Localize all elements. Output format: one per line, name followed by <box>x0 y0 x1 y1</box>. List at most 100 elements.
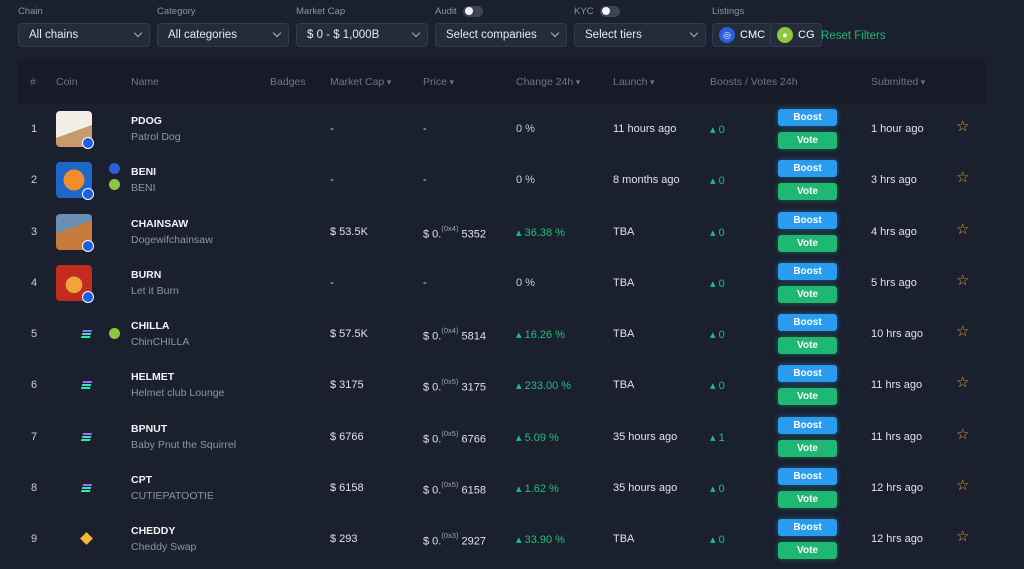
trend-up-icon: ▴ <box>710 431 719 444</box>
coin-full-name: Baby Pnut the Squirrel <box>131 438 237 451</box>
coin-name-cell[interactable]: BENI BENI <box>131 166 246 194</box>
vote-button[interactable]: Vote <box>778 388 837 406</box>
boost-button[interactable]: Boost <box>778 467 837 485</box>
col-change[interactable]: Change 24h <box>516 76 580 88</box>
change-24h: ▴ 233.00 % <box>516 379 571 392</box>
table-row[interactable]: 7 BPNUT Baby Pnut the Squirrel $ 6766 $ 0.(0… <box>18 411 986 462</box>
vote-button[interactable]: Vote <box>778 439 837 457</box>
star-icon[interactable]: ☆ <box>956 272 972 289</box>
star-icon[interactable]: ☆ <box>956 119 972 135</box>
table-row[interactable]: 8 CPT CUTIEPATOOTIE $ 6158 $ 0.(0x5) 6158 ▴ 1… <box>18 462 986 513</box>
coin-full-name: Patrol Dog <box>131 131 181 143</box>
chain-badge-icon <box>82 239 94 252</box>
boost-button[interactable]: Boost <box>778 211 837 229</box>
coin-name-cell[interactable]: CHEDDY Cheddy Swap <box>131 525 246 553</box>
coin-name-cell[interactable]: BURN Let it Burn <box>131 269 246 297</box>
bnb-chain-icon <box>80 532 93 545</box>
coin-name-cell[interactable]: CPT CUTIEPATOOTIE <box>131 474 246 502</box>
price-digits: 2927 <box>461 535 486 548</box>
row-number: 8 <box>31 481 38 494</box>
launch-time: TBA <box>613 276 635 289</box>
price-digits: 6766 <box>461 433 486 446</box>
table-row[interactable]: 1 PDOG Patrol Dog - - 0 % 11 hours ago ▴ 0 Boost… <box>18 103 986 154</box>
vote-button[interactable]: Vote <box>778 337 837 354</box>
listings-filter: Listings <box>712 4 744 18</box>
boost-button[interactable]: Boost <box>778 109 837 126</box>
col-market-cap[interactable]: Market Cap <box>330 76 391 88</box>
vote-button[interactable]: Vote <box>778 542 837 559</box>
vote-button[interactable]: Vote <box>778 490 837 508</box>
coin-full-name: Helmet club Lounge <box>131 387 225 400</box>
price-prefix: $ 0. <box>423 535 442 548</box>
table-row[interactable]: 2 BENI BENI - - 0 % 8 months ago ▴ 0 Boost Vote 3 … <box>18 154 986 205</box>
market-cap-value: - <box>330 123 334 135</box>
cmc-listing-button[interactable]: ◎ CMC <box>712 23 773 47</box>
boost-button[interactable]: Boost <box>778 314 837 331</box>
vote-button[interactable]: Vote <box>778 234 837 252</box>
audit-toggle[interactable] <box>462 5 483 17</box>
table-row[interactable]: 4 BURN Let it Burn - - 0 % TBA ▴ 0 Boost Vote 5 hr… <box>18 257 986 308</box>
col-launch[interactable]: Launch <box>613 76 654 88</box>
coin-symbol: BPNUT <box>131 422 168 435</box>
star-icon[interactable]: ☆ <box>956 221 972 238</box>
coin-full-name: CUTIEPATOOTIE <box>131 489 214 502</box>
star-icon[interactable]: ☆ <box>956 324 972 340</box>
coingecko-listed-icon <box>109 328 120 339</box>
table-row[interactable]: 3 CHAINSAW Dogewifchainsaw $ 53.5K $ 0.(0x4)… <box>18 206 986 257</box>
boost-count: ▴ 0 <box>710 277 725 290</box>
audit-select[interactable]: Select companies <box>435 23 567 47</box>
action-buttons: Boost Vote <box>778 160 838 201</box>
chain-select[interactable]: All chains <box>18 23 150 47</box>
table-row[interactable]: 5 CHILLA ChinCHILLA $ 57.5K $ 0.(0x4) 5814 ▴ … <box>18 308 986 359</box>
coin-name-cell[interactable]: PDOG Patrol Dog <box>131 115 246 143</box>
boost-button[interactable]: Boost <box>778 262 837 280</box>
star-icon[interactable]: ☆ <box>956 477 972 494</box>
launch-time: 8 months ago <box>613 174 680 187</box>
boost-button[interactable]: Boost <box>778 160 837 178</box>
star-icon[interactable]: ☆ <box>956 529 972 545</box>
kyc-select-value: Select tiers <box>585 29 642 41</box>
table-row[interactable]: 9 CHEDDY Cheddy Swap $ 293 $ 0.(0x3) 2927 ▴ 3… <box>18 513 986 564</box>
row-number: 6 <box>31 379 38 392</box>
chevron-down-icon <box>689 28 699 38</box>
boost-count: ▴ 0 <box>710 226 725 239</box>
coin-symbol: CPT <box>131 473 152 486</box>
change-24h: 0 % <box>516 123 535 135</box>
market-cap-filter: Market Cap $ 0 - $ 1,000B <box>296 4 428 47</box>
kyc-filter-label: KYC <box>574 5 594 17</box>
change-24h: 0 % <box>516 174 535 186</box>
coin-name-cell[interactable]: BPNUT Baby Pnut the Squirrel <box>131 423 246 451</box>
cmc-listed-icon <box>109 163 120 175</box>
vote-button[interactable]: Vote <box>778 132 837 149</box>
col-price[interactable]: Price <box>423 76 454 88</box>
boost-count: ▴ 0 <box>710 379 725 392</box>
star-icon[interactable]: ☆ <box>956 170 972 186</box>
trend-up-icon: ▴ <box>710 482 719 495</box>
market-cap-value: $ 53.5K <box>330 225 368 238</box>
coin-name-cell[interactable]: CHAINSAW Dogewifchainsaw <box>131 218 246 246</box>
price-prefix: $ 0. <box>423 330 442 343</box>
star-icon[interactable]: ☆ <box>956 375 972 391</box>
coin-name-cell[interactable]: CHILLA ChinCHILLA <box>131 320 246 348</box>
kyc-select[interactable]: Select tiers <box>574 23 706 47</box>
trend-up-icon: ▴ <box>710 277 719 290</box>
vote-button[interactable]: Vote <box>778 183 837 201</box>
col-submitted[interactable]: Submitted <box>871 76 925 88</box>
cg-listing-button[interactable]: ● CG <box>770 23 822 47</box>
vote-button[interactable]: Vote <box>778 285 837 303</box>
kyc-toggle[interactable] <box>599 5 620 17</box>
col-num: # <box>30 76 36 88</box>
boost-button[interactable]: Boost <box>778 416 837 434</box>
reset-filters-link[interactable]: Reset Filters <box>821 30 886 42</box>
category-select[interactable]: All categories <box>157 23 289 47</box>
action-buttons: Boost Vote <box>778 262 838 303</box>
boost-count: ▴ 0 <box>710 123 725 136</box>
market-cap-select[interactable]: $ 0 - $ 1,000B <box>296 23 428 47</box>
chain-filter-label: Chain <box>18 5 43 17</box>
price-value: $ 0.(0x5) 6158 <box>423 480 486 497</box>
star-icon[interactable]: ☆ <box>956 426 972 443</box>
boost-button[interactable]: Boost <box>778 519 837 536</box>
coin-name-cell[interactable]: HELMET Helmet club Lounge <box>131 371 246 399</box>
table-row[interactable]: 6 HELMET Helmet club Lounge $ 3175 $ 0.(0x5)… <box>18 359 986 410</box>
boost-button[interactable]: Boost <box>778 365 837 383</box>
